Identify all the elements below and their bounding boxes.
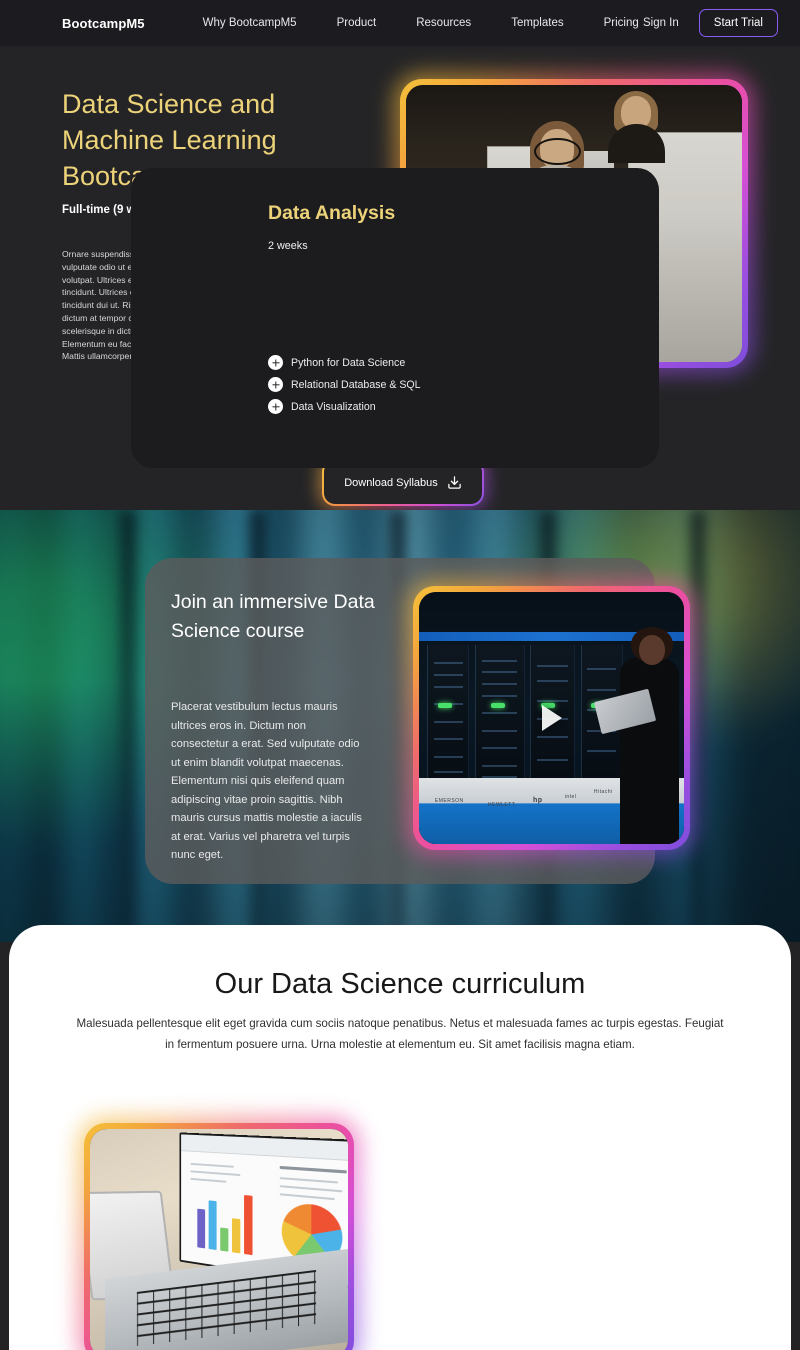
start-trial-button[interactable]: Start Trial	[699, 9, 778, 37]
course-image	[90, 1129, 348, 1350]
topic-label: Relational Database & SQL	[291, 379, 421, 391]
datacenter-video-still: EMERSON HEWLETT hp intel Hitachi	[419, 592, 684, 844]
nav-item-product[interactable]: Product	[317, 11, 397, 35]
plus-circle-icon	[268, 355, 283, 370]
play-icon[interactable]	[542, 705, 562, 731]
topic-label: Data Visualization	[291, 401, 376, 413]
plus-circle-icon	[268, 399, 283, 414]
nav-actions: Sign In Start Trial	[633, 9, 778, 37]
curriculum-description: Malesuada pellentesque elit eget gravida…	[73, 1013, 728, 1055]
topic-label: Python for Data Science	[291, 357, 405, 369]
top-navigation-bar: BootcampM5 Why BootcampM5 Product Resour…	[0, 0, 800, 46]
immersive-video[interactable]: EMERSON HEWLETT hp intel Hitachi	[419, 592, 684, 844]
immersive-video-frame[interactable]: EMERSON HEWLETT hp intel Hitachi	[413, 586, 690, 850]
sign-in-link[interactable]: Sign In	[633, 11, 689, 35]
immersive-body-text: Placerat vestibulum lectus mauris ultric…	[171, 698, 366, 865]
download-tray-icon	[447, 475, 462, 490]
nav-item-why-bootcampm5[interactable]: Why BootcampM5	[183, 11, 317, 35]
course-duration: 2 weeks	[268, 240, 308, 252]
nav-item-resources[interactable]: Resources	[396, 11, 491, 35]
topic-item-relational-database-sql[interactable]: Relational Database & SQL	[268, 377, 421, 392]
download-syllabus-label: Download Syllabus	[344, 477, 438, 489]
plus-circle-icon	[268, 377, 283, 392]
course-title: Data Analysis	[268, 202, 395, 225]
brand-logo[interactable]: BootcampM5	[62, 16, 145, 31]
topic-item-python-for-data-science[interactable]: Python for Data Science	[268, 355, 421, 370]
immersive-title: Join an immersive Data Science course	[171, 588, 386, 645]
nav-item-templates[interactable]: Templates	[491, 11, 583, 35]
landing-page: BootcampM5 Why BootcampM5 Product Resour…	[0, 0, 800, 1350]
laptop-dashboard-photo	[90, 1129, 348, 1350]
course-image-frame	[84, 1123, 354, 1350]
topic-item-data-visualization[interactable]: Data Visualization	[268, 399, 421, 414]
curriculum-title: Our Data Science curriculum	[9, 968, 791, 1001]
course-topic-list: Python for Data Science Relational Datab…	[268, 355, 421, 414]
nav-links: Why BootcampM5 Product Resources Templat…	[183, 11, 659, 35]
